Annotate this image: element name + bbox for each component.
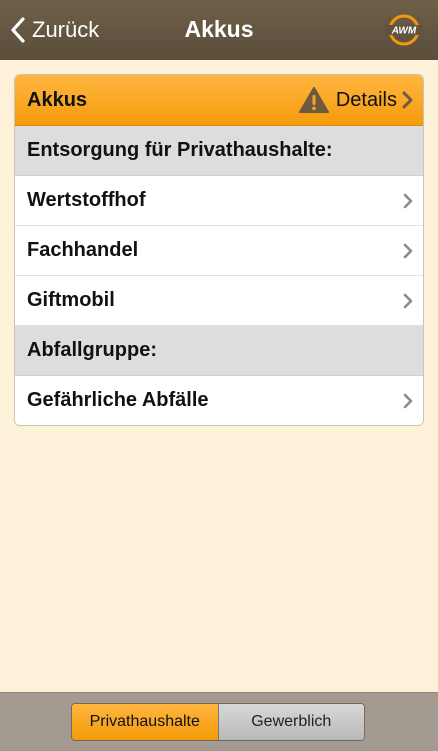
logo-text: AWM — [391, 26, 417, 37]
list-item-label: Fachhandel — [27, 239, 139, 261]
chevron-right-icon — [403, 393, 413, 408]
list-item-gefaehrliche-abfaelle[interactable]: Gefährliche Abfälle — [15, 376, 423, 425]
chevron-right-icon — [403, 193, 413, 208]
list-item-fachhandel[interactable]: Fachhandel — [15, 226, 423, 276]
list-item-giftmobil[interactable]: Giftmobil — [15, 276, 423, 326]
navigation-bar: Zurück Akkus AWM — [0, 0, 438, 60]
section-header-privathaushalte: Entsorgung für Privathaushalte: — [15, 126, 423, 176]
list-item-label: Gefährliche Abfälle — [27, 389, 209, 411]
bottom-toolbar: Privathaushalte Gewerblich — [0, 692, 438, 751]
segment-gewerblich[interactable]: Gewerblich — [217, 704, 364, 740]
list-item-wertstoffhof[interactable]: Wertstoffhof — [15, 176, 423, 226]
list-item-label: Giftmobil — [27, 289, 115, 311]
details-button[interactable]: Details — [298, 86, 413, 114]
disposal-card: Akkus Details Entsorgung für Privathaush… — [14, 74, 424, 426]
chevron-right-icon — [402, 91, 413, 109]
card-title: Akkus — [27, 88, 88, 111]
warning-icon — [298, 87, 329, 113]
page-title: Akkus — [184, 16, 254, 42]
awm-logo[interactable]: AWM — [384, 12, 424, 48]
chevron-right-icon — [403, 293, 413, 308]
chevron-right-icon — [403, 243, 413, 258]
section-header-abfallgruppe: Abfallgruppe: — [15, 326, 423, 376]
segment-privathaushalte[interactable]: Privathaushalte — [72, 704, 218, 740]
list-item-label: Wertstoffhof — [27, 189, 146, 211]
household-type-segmented-control: Privathaushalte Gewerblich — [71, 703, 365, 741]
details-label: Details — [335, 88, 397, 111]
card-header: Akkus Details — [15, 75, 423, 126]
